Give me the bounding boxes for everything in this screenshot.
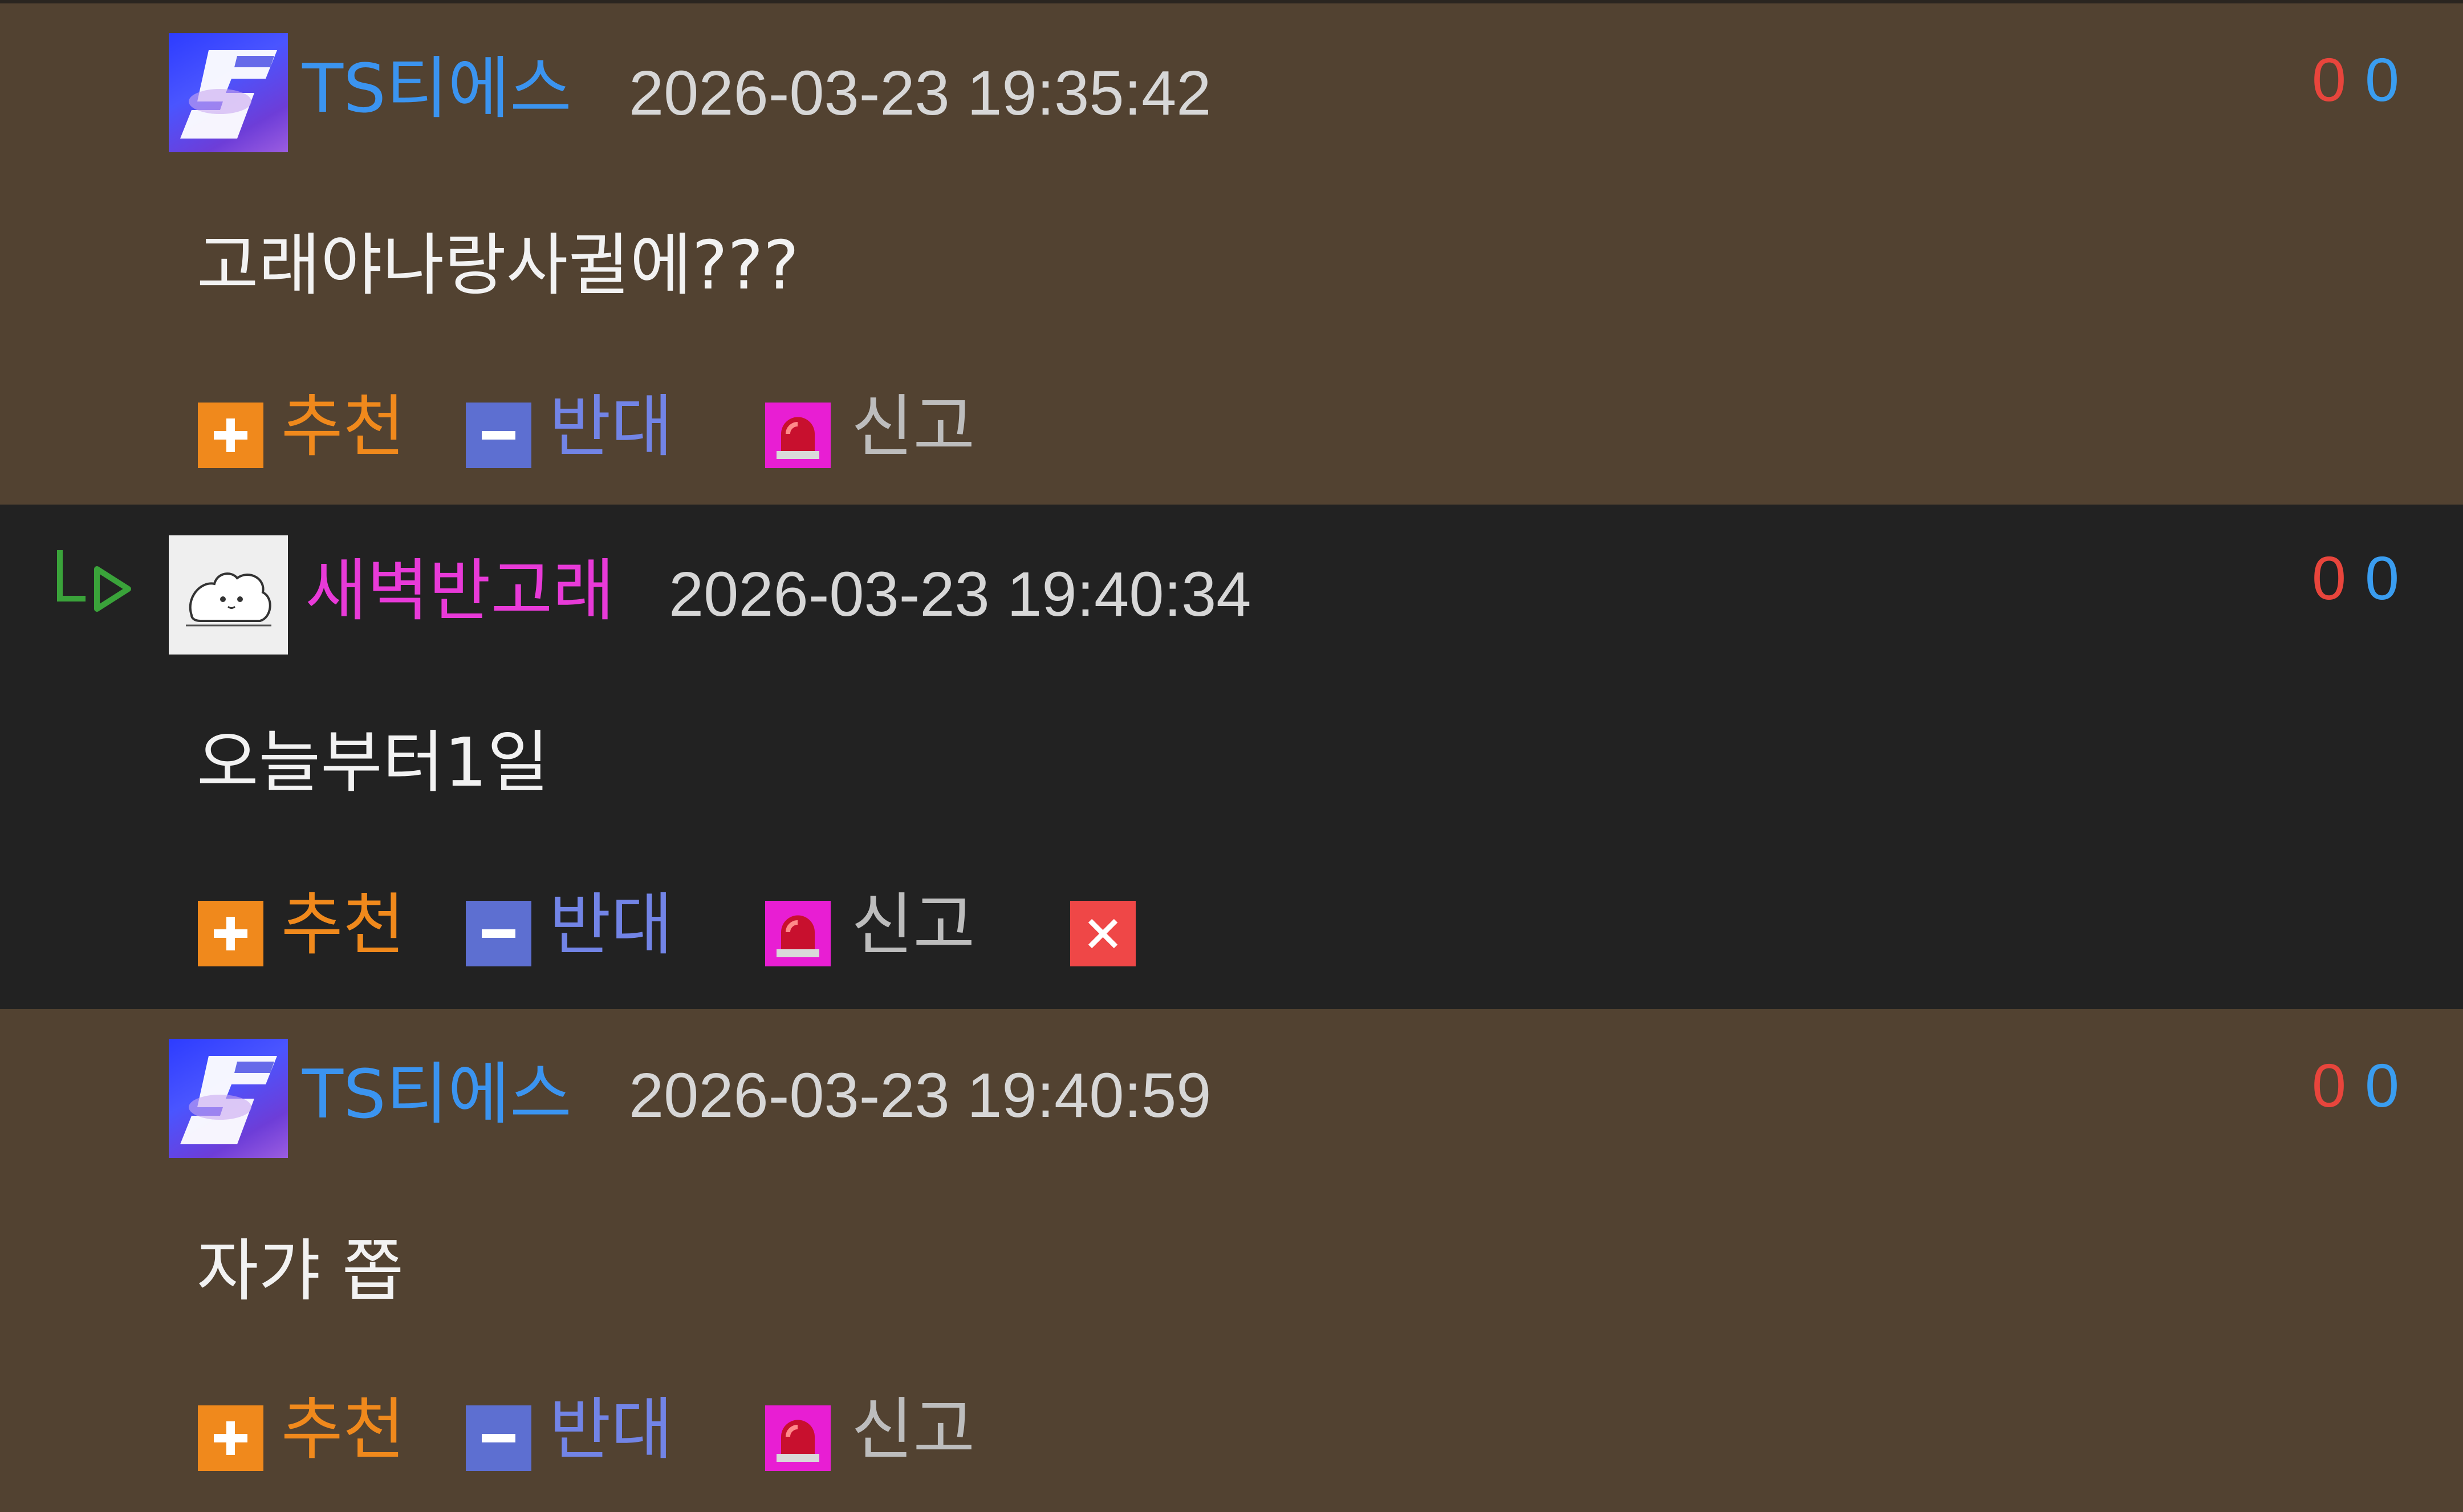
report-button[interactable]: 신고 [851, 888, 975, 962]
comment: TS티에스 2026-03-23 19:40:59 0 0 자갸 쫍 추천 반대… [0, 1009, 2463, 1512]
downvote-count: 0 [2365, 45, 2400, 114]
plus-icon[interactable] [198, 403, 263, 468]
user-avatar[interactable] [169, 33, 288, 152]
siren-icon[interactable] [765, 901, 831, 966]
reply-arrow-icon [54, 547, 140, 616]
comment-actions: 추천 반대 신고 [0, 888, 2463, 974]
comment-actions: 추천 반대 신고 [0, 389, 2463, 475]
oppose-button[interactable]: 반대 [549, 389, 673, 464]
comment-text: 자갸 쫍 [197, 1231, 404, 1310]
comment-reply: 새벽반고래 2026-03-23 19:40:34 0 0 오늘부터1일 추천 … [0, 505, 2463, 1009]
user-avatar[interactable] [169, 1039, 288, 1158]
timestamp: 2026-03-23 19:40:34 [669, 559, 1251, 629]
username[interactable]: TS티에스 [302, 1060, 572, 1128]
report-button[interactable]: 신고 [851, 1392, 975, 1467]
comment-thread: { "comments": [ { "username": "TS티에스", "… [0, 0, 2463, 1512]
downvote-count: 0 [2365, 543, 2400, 612]
minus-icon[interactable] [466, 403, 531, 468]
upvote-count: 0 [2312, 543, 2347, 612]
avatar-logo-icon [180, 1056, 277, 1144]
comment-text: 고래야나랑사귈에??? [197, 226, 799, 304]
plus-icon[interactable] [198, 901, 263, 966]
minus-icon[interactable] [466, 901, 531, 966]
oppose-button[interactable]: 반대 [549, 888, 673, 962]
plus-icon[interactable] [198, 1405, 263, 1471]
oppose-button[interactable]: 반대 [549, 1392, 673, 1467]
timestamp: 2026-03-23 19:40:59 [629, 1060, 1212, 1131]
minus-icon[interactable] [466, 1405, 531, 1471]
timestamp: 2026-03-23 19:35:42 [629, 58, 1212, 128]
recommend-button[interactable]: 추천 [281, 389, 405, 464]
siren-icon[interactable] [765, 1405, 831, 1471]
upvote-count: 0 [2312, 1051, 2347, 1120]
upvote-count: 0 [2312, 45, 2347, 114]
avatar-logo-icon [180, 50, 277, 139]
username[interactable]: 새벽반고래 [305, 557, 615, 624]
siren-icon[interactable] [765, 403, 831, 468]
close-icon[interactable] [1070, 901, 1136, 966]
recommend-button[interactable]: 추천 [281, 888, 405, 962]
comment-text: 오늘부터1일 [197, 723, 549, 802]
recommend-button[interactable]: 추천 [281, 1392, 405, 1467]
report-button[interactable]: 신고 [851, 389, 975, 464]
comment-actions: 추천 반대 신고 [0, 1392, 2463, 1478]
username[interactable]: TS티에스 [302, 55, 572, 122]
comment: TS티에스 2026-03-23 19:35:42 0 0 고래야나랑사귈에??… [0, 0, 2463, 505]
downvote-count: 0 [2365, 1051, 2400, 1120]
user-avatar[interactable] [169, 535, 288, 655]
whale-avatar-icon [186, 572, 271, 627]
